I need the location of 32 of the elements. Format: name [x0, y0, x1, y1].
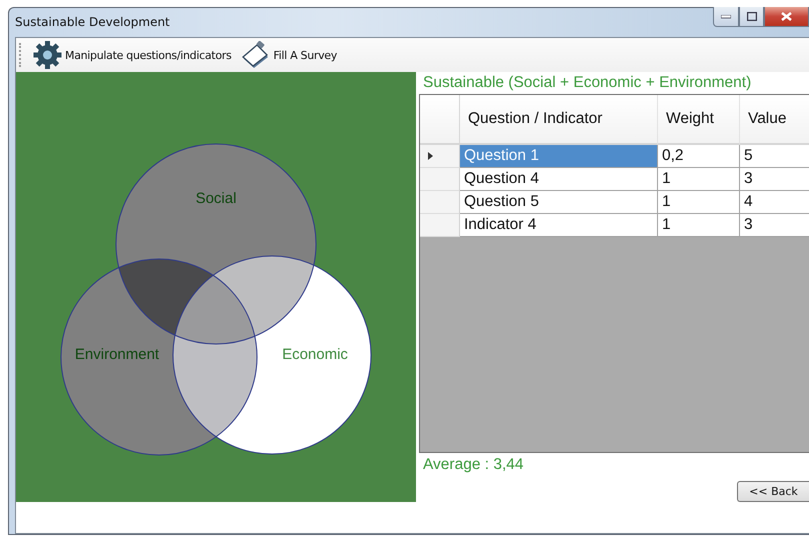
close-button[interactable] — [764, 7, 809, 27]
set-label: Environment — [74, 346, 160, 363]
table-cell[interactable]: 3 — [740, 168, 809, 191]
toolbar-button[interactable]: Manipulate questions/indicators — [29, 40, 234, 70]
table-cell[interactable]: 1 — [658, 168, 740, 191]
table-cell[interactable]: 5 — [740, 145, 809, 168]
maximize-button[interactable] — [739, 7, 764, 27]
grid-title: Sustainable (Social + Economic + Environment) — [423, 73, 752, 93]
table-cell[interactable]: Question 4 — [460, 168, 658, 191]
table-cell[interactable]: 1 — [658, 214, 740, 237]
back-button[interactable]: << Back — [737, 481, 809, 502]
column-header[interactable]: Question / Indicator — [460, 95, 658, 145]
minimize-button[interactable] — [713, 7, 739, 27]
table-cell[interactable]: 3 — [740, 214, 809, 237]
column-header[interactable]: Value — [740, 95, 809, 145]
average-label: Average : 3,44 — [423, 456, 525, 474]
close-icon — [781, 12, 792, 21]
column-header[interactable]: Weight — [658, 95, 740, 145]
table-cell[interactable]: Question 5 — [460, 191, 658, 214]
window-title: Sustainable Development — [15, 14, 170, 28]
table-cell[interactable]: 4 — [740, 191, 809, 214]
toolbar-button[interactable]: Fill A Survey — [239, 40, 339, 70]
row-header[interactable] — [420, 145, 460, 168]
set-label: Economic — [282, 346, 348, 363]
maximize-icon — [746, 12, 756, 21]
table-cell[interactable]: 1 — [658, 191, 740, 214]
table-cell[interactable]: 0,2 — [658, 145, 740, 168]
minimize-icon — [721, 14, 731, 18]
table-cell[interactable]: Indicator 4 — [460, 214, 658, 237]
set-label: Social — [196, 190, 236, 207]
current-row-icon — [428, 152, 433, 160]
gear-icon — [31, 40, 63, 70]
